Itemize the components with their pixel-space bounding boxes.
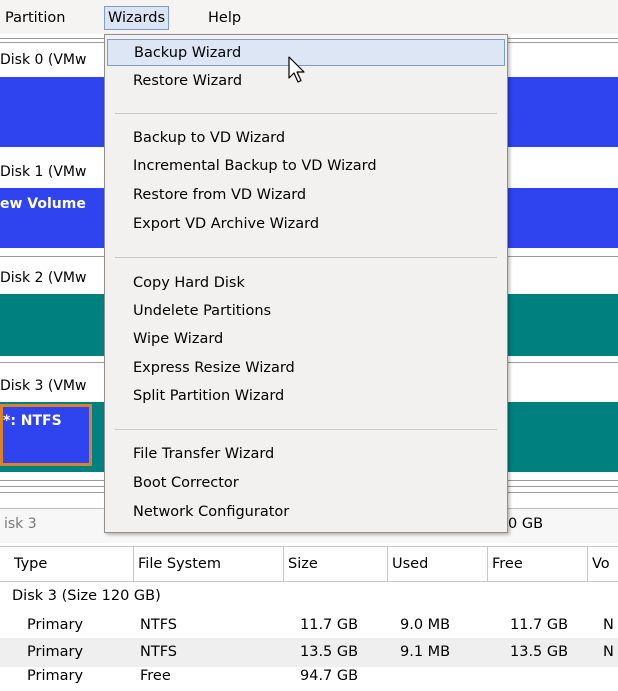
mouse-cursor-icon <box>288 56 305 83</box>
menu-item-undelete-partitions[interactable]: Undelete Partitions <box>105 298 507 325</box>
menu-partition[interactable]: Partition <box>2 7 68 29</box>
col-used[interactable]: Used <box>388 547 488 581</box>
table-group-row[interactable]: Disk 3 (Size 120 GB) <box>0 582 618 611</box>
cell-fs: NTFS <box>140 617 177 633</box>
menu-item-label: File Transfer Wizard <box>133 446 275 462</box>
menu-item-label: Wipe Wizard <box>133 331 224 347</box>
cell-type: Primary <box>27 668 84 684</box>
menu-item-label: Network Configurator <box>133 504 290 520</box>
menu-item-backup-to-vd-wizard[interactable]: Backup to VD Wizard <box>105 125 507 152</box>
menu-item-label: Incremental Backup to VD Wizard <box>133 158 377 174</box>
group-label: Disk 3 (Size 120 GB) <box>12 588 161 604</box>
menu-item-label: Export VD Archive Wizard <box>133 216 320 232</box>
table-header: Type File System Size Used Free Vo <box>0 546 618 582</box>
menu-help-label: Help <box>208 10 242 26</box>
menu-item-label: Copy Hard Disk <box>133 275 245 291</box>
table-row[interactable]: Primary Free 94.7 GB <box>0 662 618 691</box>
menu-wizards[interactable]: Wizards <box>104 6 170 30</box>
menu-item-express-resize-wizard[interactable]: Express Resize Wizard <box>105 355 507 382</box>
selected-partition[interactable]: *: NTFS <box>0 404 92 466</box>
menu-help[interactable]: Help <box>205 7 244 29</box>
menu-item-label: Undelete Partitions <box>133 303 272 319</box>
cell-fs: Free <box>140 668 171 684</box>
cell-type: Primary <box>27 617 84 633</box>
cell-vol: N <box>603 617 614 633</box>
disk-3-volume-label: *: NTFS <box>3 413 62 429</box>
disk-1-label: Disk 1 (VMw <box>0 164 87 180</box>
menu-item-label: Backup to VD Wizard <box>133 130 286 146</box>
cell-size: 11.7 GB <box>300 617 359 633</box>
menu-item-wipe-wizard[interactable]: Wipe Wizard <box>105 326 507 353</box>
menu-item-label: Backup Wizard <box>134 45 242 61</box>
menu-item-boot-corrector[interactable]: Boot Corrector <box>105 470 507 497</box>
disk-0-label: Disk 0 (VMw <box>0 52 87 68</box>
col-free[interactable]: Free <box>488 547 588 581</box>
wizards-dropdown-menu: Backup Wizard Restore Wizard Backup to V… <box>104 34 508 533</box>
menubar: Partition Wizards Help <box>0 0 618 34</box>
menu-item-incremental-backup-to-vd-wizard[interactable]: Incremental Backup to VD Wizard <box>105 153 507 180</box>
cell-used: 9.0 MB <box>400 617 451 633</box>
disk-3-label: Disk 3 (VMw <box>0 378 87 394</box>
cell-size: 94.7 GB <box>300 668 359 684</box>
info-size-label: 0 GB <box>508 516 544 532</box>
menu-separator <box>115 113 497 114</box>
menu-item-label: Split Partition Wizard <box>133 388 285 404</box>
menu-partition-label: Partition <box>5 10 66 26</box>
col-file-system[interactable]: File System <box>134 547 284 581</box>
menu-item-split-partition-wizard[interactable]: Split Partition Wizard <box>105 383 507 410</box>
disk-2-label: Disk 2 (VMw <box>0 270 87 286</box>
info-disk-label: isk 3 <box>4 516 37 532</box>
disk-1-volume-label: ew Volume <box>0 196 86 212</box>
menu-item-copy-hard-disk[interactable]: Copy Hard Disk <box>105 270 507 297</box>
menu-item-label: Express Resize Wizard <box>133 360 295 376</box>
table-row[interactable]: Primary NTFS 11.7 GB 9.0 MB 11.7 GB N <box>0 611 618 640</box>
menu-item-export-vd-archive-wizard[interactable]: Export VD Archive Wizard <box>105 211 507 238</box>
menu-item-label: Restore Wizard <box>133 73 243 89</box>
menu-item-label: Restore from VD Wizard <box>133 187 307 203</box>
menu-separator <box>115 429 497 430</box>
menu-item-restore-from-vd-wizard[interactable]: Restore from VD Wizard <box>105 182 507 209</box>
menu-separator <box>115 257 497 258</box>
col-volume[interactable]: Vo <box>588 547 618 581</box>
menu-item-label: Boot Corrector <box>133 475 239 491</box>
menu-wizards-label: Wizards <box>108 10 166 26</box>
cell-free: 11.7 GB <box>510 617 569 633</box>
menu-item-network-configurator[interactable]: Network Configurator <box>105 499 507 526</box>
col-type[interactable]: Type <box>10 547 134 581</box>
col-size[interactable]: Size <box>284 547 388 581</box>
menu-item-file-transfer-wizard[interactable]: File Transfer Wizard <box>105 441 507 468</box>
